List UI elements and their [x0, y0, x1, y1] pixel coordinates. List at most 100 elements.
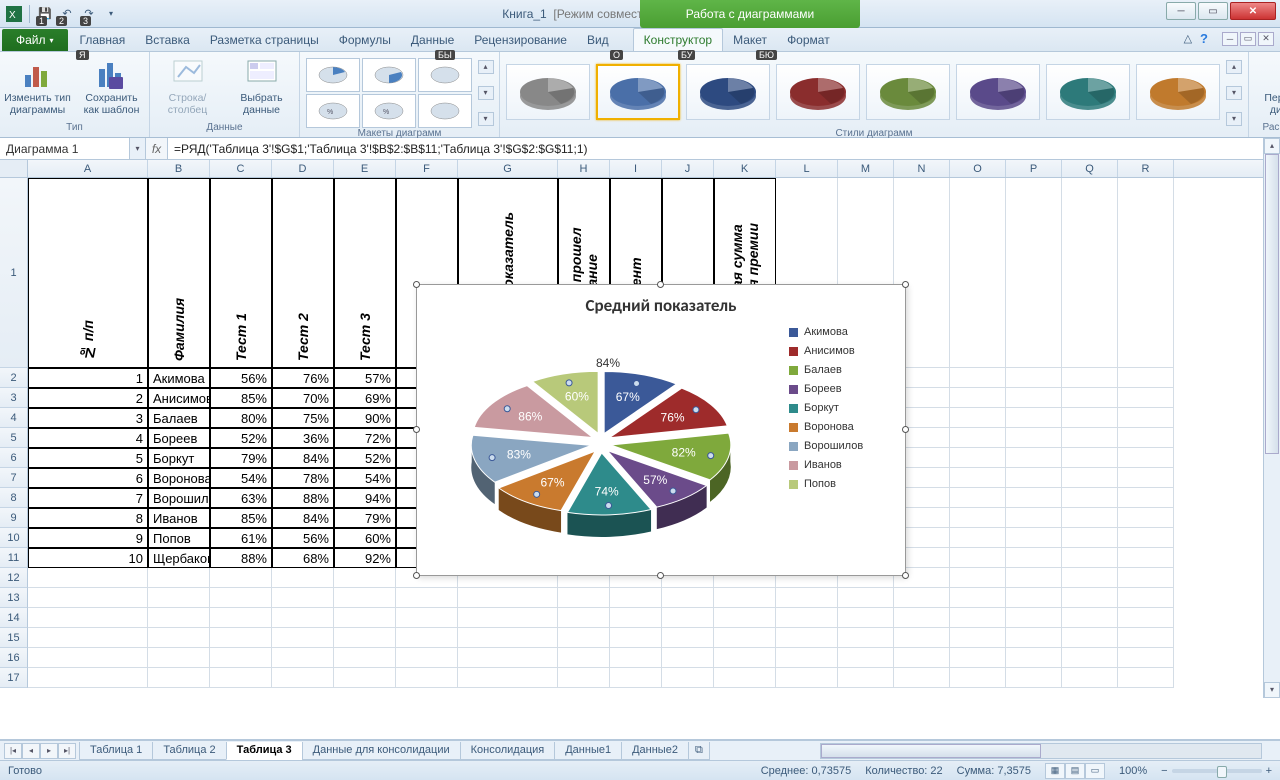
table-cell[interactable]: 52% [210, 428, 272, 448]
table-cell[interactable]: 85% [210, 388, 272, 408]
row-header[interactable]: 12 [0, 568, 28, 588]
column-header[interactable]: Q [1062, 160, 1118, 177]
tab-chart-design[interactable]: Конструктор [633, 28, 723, 51]
worksheet-grid[interactable]: ABCDEFGHIJKLMNOPQR 123456789101112131415… [0, 160, 1280, 740]
row-header[interactable]: 10 [0, 528, 28, 548]
sheet-tab[interactable]: Данные2 [621, 742, 689, 760]
table-cell[interactable] [950, 488, 1006, 508]
zoom-out-icon[interactable]: − [1161, 765, 1167, 777]
chart-style-thumb[interactable] [1136, 64, 1220, 120]
table-cell[interactable] [950, 468, 1006, 488]
column-header[interactable]: F [396, 160, 458, 177]
table-cell[interactable]: 68% [272, 548, 334, 568]
maximize-button[interactable]: ▭ [1198, 2, 1228, 20]
table-cell[interactable]: Акимова [148, 368, 210, 388]
tab-review[interactable]: Рецензирование [464, 29, 577, 51]
legend-item[interactable]: Балаев [789, 364, 905, 376]
chart-style-thumb[interactable] [686, 64, 770, 120]
chart-style-thumb[interactable] [776, 64, 860, 120]
table-cell[interactable]: 88% [210, 548, 272, 568]
sheet-tab[interactable]: Таблица 1 [79, 742, 153, 760]
help-icon[interactable]: ? [1200, 31, 1208, 46]
column-header[interactable]: C [210, 160, 272, 177]
table-cell[interactable] [1118, 468, 1174, 488]
table-cell[interactable] [950, 368, 1006, 388]
row-header[interactable]: 2 [0, 368, 28, 388]
table-cell[interactable]: 70% [272, 388, 334, 408]
tab-insert[interactable]: Вставка [135, 29, 200, 51]
file-tab[interactable]: Файл▾ [2, 29, 68, 51]
column-header[interactable]: I [610, 160, 662, 177]
formula-input[interactable]: =РЯД('Таблица 3'!$G$1;'Таблица 3'!$B$2:$… [168, 138, 1263, 159]
legend-item[interactable]: Иванов [789, 459, 905, 471]
zoom-in-icon[interactable]: + [1266, 765, 1272, 777]
legend-item[interactable]: Акимова [789, 326, 905, 338]
column-header[interactable]: M [838, 160, 894, 177]
table-cell[interactable]: 56% [272, 528, 334, 548]
mdi-minimize-button[interactable]: ─ [1222, 32, 1238, 46]
table-cell[interactable] [950, 388, 1006, 408]
table-cell[interactable] [950, 428, 1006, 448]
minimize-ribbon-icon[interactable]: △ [1184, 32, 1192, 45]
table-header-cell[interactable]: Тест 3 [334, 178, 396, 368]
chart-style-thumb[interactable] [1046, 64, 1130, 120]
legend-item[interactable]: Воронова [789, 421, 905, 433]
chart-legend[interactable]: АкимоваАнисимовБалаевБореевБоркутВоронов… [785, 320, 905, 560]
view-buttons[interactable]: ▦▤▭ [1045, 763, 1105, 779]
column-header[interactable]: R [1118, 160, 1174, 177]
table-cell[interactable] [1062, 428, 1118, 448]
table-cell[interactable]: 54% [210, 468, 272, 488]
table-cell[interactable] [1006, 408, 1062, 428]
zoom-slider[interactable]: − + [1161, 765, 1272, 777]
table-cell[interactable]: 10 [28, 548, 148, 568]
chart-style-thumb[interactable] [506, 64, 590, 120]
row-header[interactable]: 9 [0, 508, 28, 528]
table-cell[interactable]: Иванов [148, 508, 210, 528]
styles-gallery-scroll[interactable]: ▴▾▾ [1226, 58, 1242, 128]
table-cell[interactable] [1062, 388, 1118, 408]
change-chart-type-button[interactable]: Изменить тип диаграммы [4, 58, 72, 116]
row-header[interactable]: 17 [0, 668, 28, 688]
column-header[interactable]: L [776, 160, 838, 177]
table-cell[interactable] [950, 548, 1006, 568]
tab-chart-format[interactable]: Формат [777, 29, 840, 51]
table-cell[interactable] [950, 528, 1006, 548]
mdi-close-button[interactable]: ✕ [1258, 32, 1274, 46]
row-header[interactable]: 15 [0, 628, 28, 648]
table-cell[interactable] [1118, 368, 1174, 388]
table-header-cell[interactable]: № п/п [28, 178, 148, 368]
table-cell[interactable]: 84% [272, 508, 334, 528]
name-box-dropdown[interactable]: ▾ [130, 138, 146, 159]
table-cell[interactable]: Бореев [148, 428, 210, 448]
table-cell[interactable]: 1 [28, 368, 148, 388]
table-cell[interactable]: 85% [210, 508, 272, 528]
table-header-cell[interactable]: Тест 1 [210, 178, 272, 368]
table-cell[interactable]: 9 [28, 528, 148, 548]
legend-item[interactable]: Бореев [789, 383, 905, 395]
chart-styles-gallery[interactable] [506, 58, 1220, 120]
column-header[interactable]: K [714, 160, 776, 177]
chart-style-thumb[interactable] [866, 64, 950, 120]
table-cell[interactable]: 94% [334, 488, 396, 508]
row-header[interactable]: 14 [0, 608, 28, 628]
table-cell[interactable]: 61% [210, 528, 272, 548]
name-box[interactable]: Диаграмма 1 [0, 138, 130, 159]
table-cell[interactable] [1062, 468, 1118, 488]
table-cell[interactable]: Боркут [148, 448, 210, 468]
table-cell[interactable]: 6 [28, 468, 148, 488]
table-cell[interactable]: Анисимов [148, 388, 210, 408]
table-cell[interactable] [1006, 388, 1062, 408]
save-as-template-button[interactable]: Сохранить как шаблон [78, 58, 146, 116]
column-header[interactable]: B [148, 160, 210, 177]
table-cell[interactable] [1006, 488, 1062, 508]
table-cell[interactable] [1006, 428, 1062, 448]
table-cell[interactable] [1118, 488, 1174, 508]
row-header[interactable]: 5 [0, 428, 28, 448]
table-cell[interactable]: 2 [28, 388, 148, 408]
table-cell[interactable]: 88% [272, 488, 334, 508]
table-cell[interactable] [1006, 468, 1062, 488]
legend-item[interactable]: Ворошилов [789, 440, 905, 452]
embedded-chart[interactable]: Средний показатель 67%76%82%57%74%67%83%… [416, 284, 906, 576]
table-cell[interactable] [1006, 528, 1062, 548]
table-cell[interactable]: 36% [272, 428, 334, 448]
